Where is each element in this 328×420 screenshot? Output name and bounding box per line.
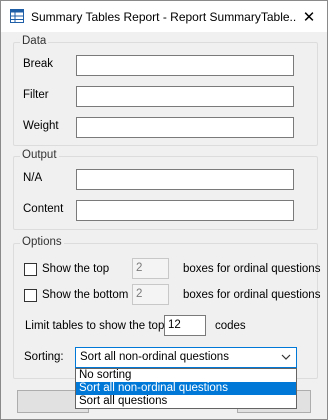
show-bottom-checkbox[interactable] [24,289,37,302]
sorting-option-no-sorting[interactable]: No sorting [76,369,296,382]
show-top-count-input[interactable]: 2 [132,258,169,279]
filter-label: Filter [23,89,49,101]
data-group: Data Break Filter Weight [13,35,318,146]
show-top-suffix: boxes for ordinal questions [183,263,321,275]
content-input[interactable] [76,200,294,221]
sorting-selected-value: Sort all non-ordinal questions [80,351,229,363]
show-bottom-label: Show the bottom [42,289,129,301]
na-input[interactable] [76,169,294,190]
limit-count-input[interactable]: 12 [164,315,206,336]
data-group-label: Data [20,35,49,47]
break-label: Break [23,58,54,70]
app-table-icon [10,9,24,23]
show-bottom-suffix: boxes for ordinal questions [183,289,321,301]
limit-suffix: codes [215,320,246,332]
chevron-down-icon [281,351,291,366]
break-input[interactable] [76,55,294,76]
window-title: Summary Tables Report - Report SummaryTa… [31,10,296,24]
dialog-window: Summary Tables Report - Report SummaryTa… [0,0,328,420]
limit-label: Limit tables to show the top [25,320,165,332]
options-group-label: Options [20,236,64,248]
filter-input[interactable] [76,86,294,107]
na-label: N/A [23,172,43,184]
content-label: Content [23,203,64,215]
close-button[interactable]: ✕ [291,1,327,32]
sorting-select[interactable]: Sort all non-ordinal questions [75,347,297,368]
title-bar[interactable]: Summary Tables Report - Report SummaryTa… [1,1,327,32]
close-icon: ✕ [302,8,316,26]
output-group-label: Output [20,149,59,161]
show-top-label: Show the top [42,263,110,275]
output-group: Output N/A Content [13,149,318,230]
weight-label: Weight [23,120,59,132]
sorting-option-non-ordinal[interactable]: Sort all non-ordinal questions [76,382,296,395]
show-bottom-count-input[interactable]: 2 [132,284,169,305]
sorting-label: Sorting: [24,351,64,363]
sorting-option-all-questions[interactable]: Sort all questions [76,395,296,408]
weight-input[interactable] [76,117,294,138]
sorting-dropdown-list: No sorting Sort all non-ordinal question… [75,368,297,409]
show-top-checkbox[interactable] [24,263,37,276]
